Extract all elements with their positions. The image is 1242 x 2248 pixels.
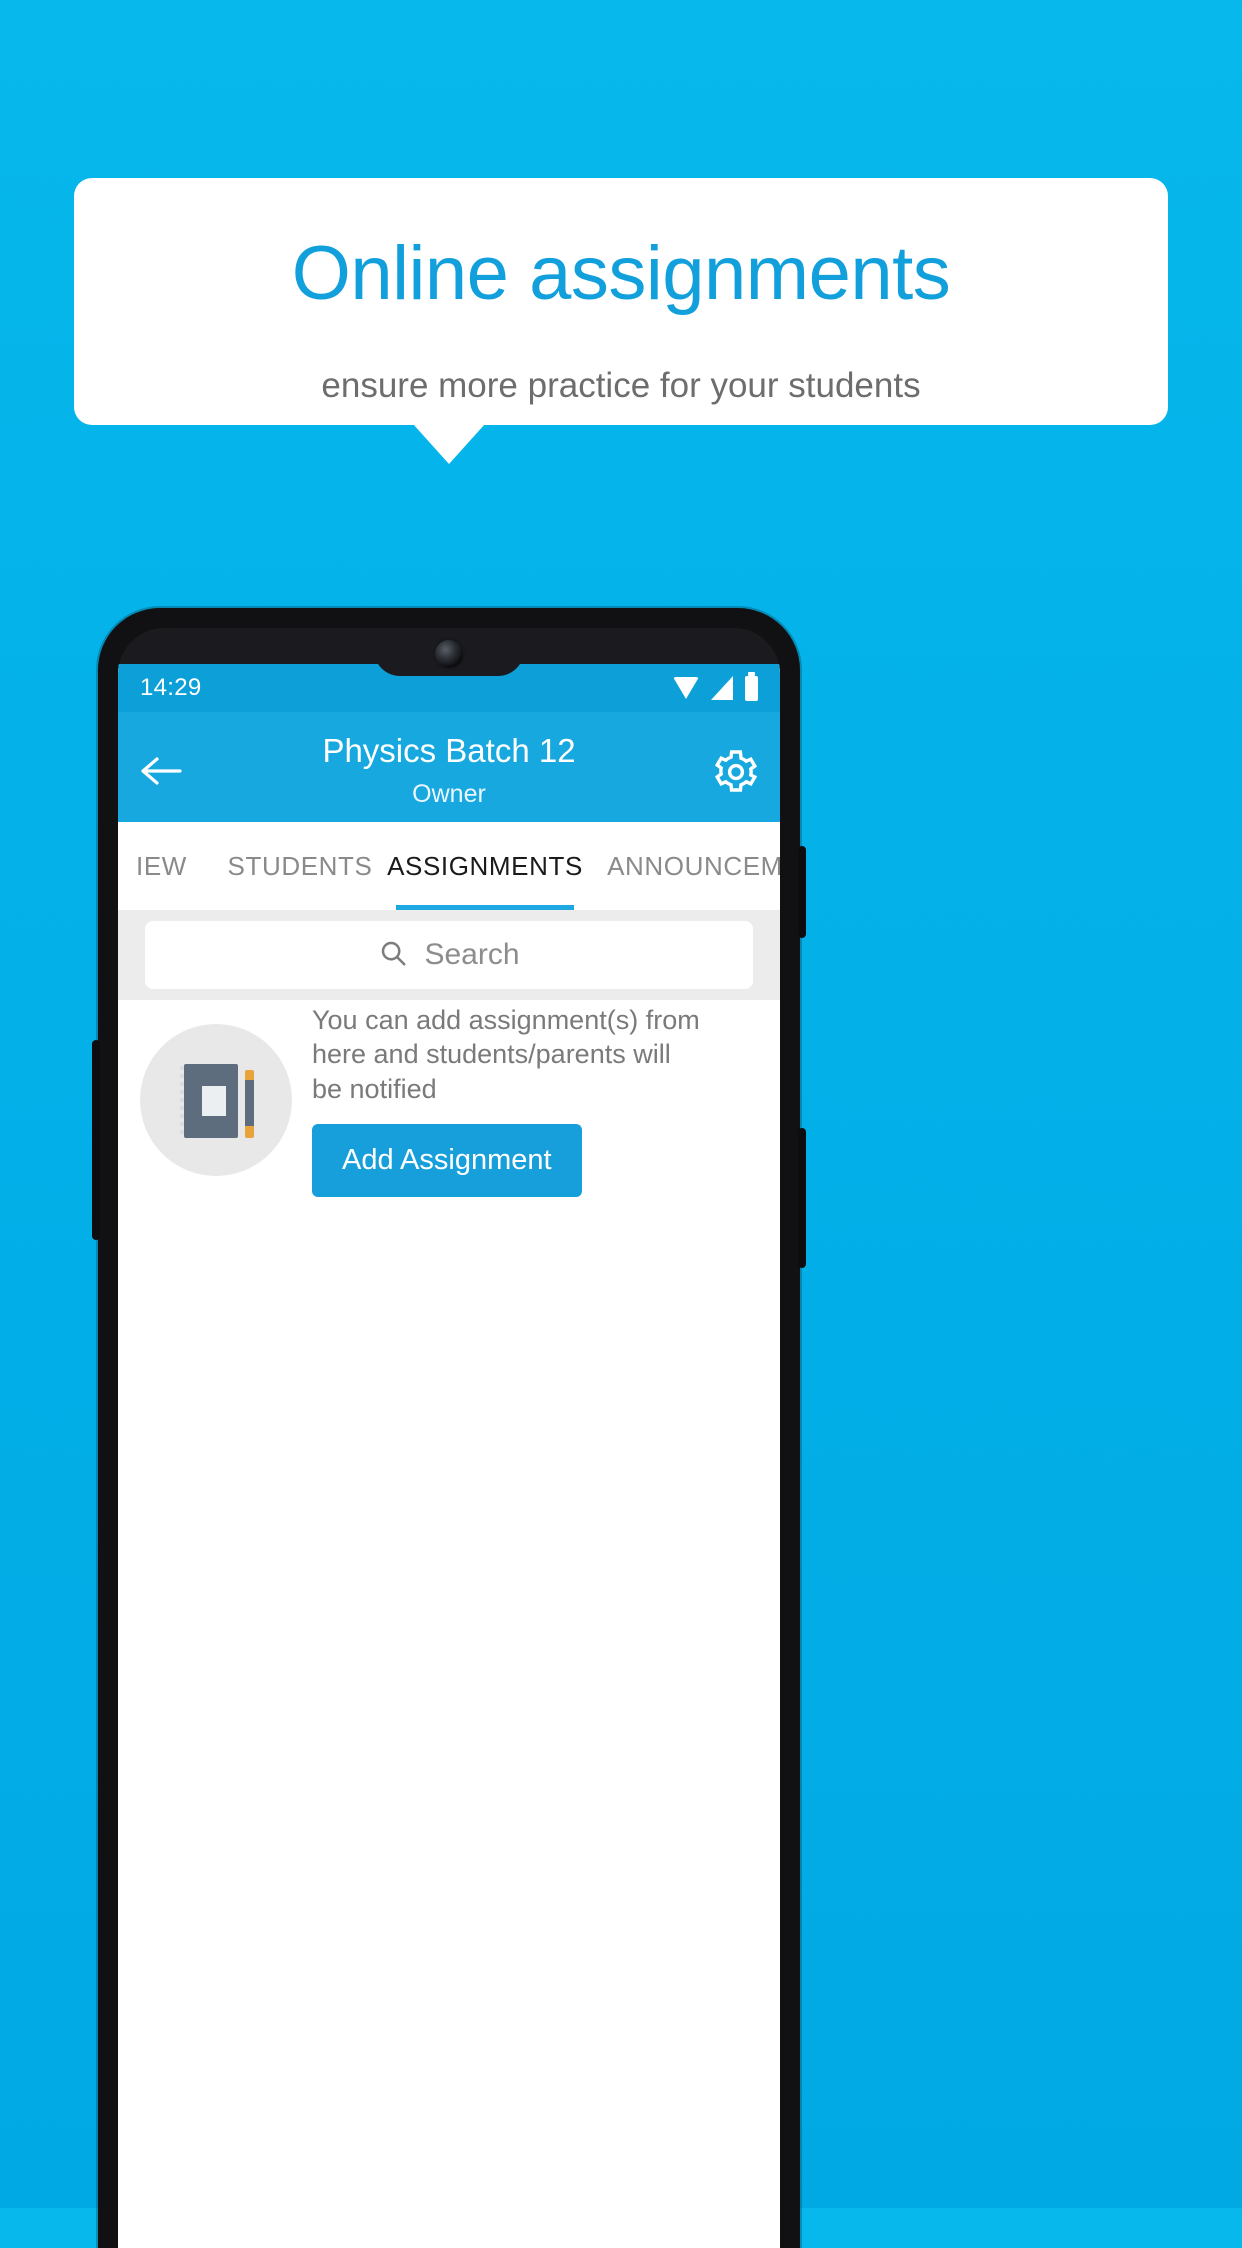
tab-announcements[interactable]: ANNOUNCEM	[580, 822, 780, 910]
wifi-icon	[673, 677, 699, 699]
phone-bezel: 14:29 Physics Batch 12 Owner IEW STUDENT…	[118, 628, 780, 2248]
promo-callout: Online assignments ensure more practice …	[74, 178, 1168, 425]
notebook-pen-icon	[140, 1024, 292, 1176]
tab-students[interactable]: STUDENTS	[210, 822, 390, 910]
add-assignment-button[interactable]: Add Assignment	[312, 1124, 582, 1198]
status-bar-icons	[673, 671, 758, 701]
search-bar-container: Search	[118, 910, 780, 1000]
promo-subtitle: ensure more practice for your students	[321, 366, 921, 405]
tab-bar[interactable]: IEW STUDENTS ASSIGNMENTS ANNOUNCEM	[118, 822, 780, 910]
tab-overview[interactable]: IEW	[118, 822, 210, 910]
status-bar-time: 14:29	[140, 674, 202, 701]
pen-icon	[245, 1070, 254, 1138]
signal-icon	[711, 676, 733, 700]
search-input[interactable]: Search	[145, 921, 753, 989]
promo-callout-tail	[413, 424, 485, 464]
page-subtitle: Owner	[412, 780, 486, 808]
gear-icon[interactable]	[712, 748, 760, 796]
promo-title: Online assignments	[291, 231, 951, 316]
page-title: Physics Batch 12	[322, 732, 576, 769]
empty-state-message: You can add assignment(s) from here and …	[312, 1004, 700, 1104]
tab-assignments[interactable]: ASSIGNMENTS	[387, 822, 582, 910]
phone-side-button[interactable]	[92, 1040, 100, 1240]
phone-power-button[interactable]	[798, 846, 806, 938]
battery-icon	[745, 671, 758, 701]
empty-state-card: You can add assignment(s) from here and …	[118, 1000, 780, 1200]
phone-screen: 14:29 Physics Batch 12 Owner IEW STUDENT…	[118, 664, 780, 2248]
notebook-label	[202, 1086, 226, 1116]
front-camera	[435, 640, 463, 668]
search-placeholder: Search	[424, 938, 520, 971]
phone-mockup: 14:29 Physics Batch 12 Owner IEW STUDENT…	[92, 608, 806, 2248]
phone-volume-button[interactable]	[798, 1128, 806, 1268]
search-icon	[378, 938, 408, 973]
app-bar: Physics Batch 12 Owner	[118, 712, 780, 822]
empty-state-body: You can add assignment(s) from here and …	[292, 1003, 758, 1198]
